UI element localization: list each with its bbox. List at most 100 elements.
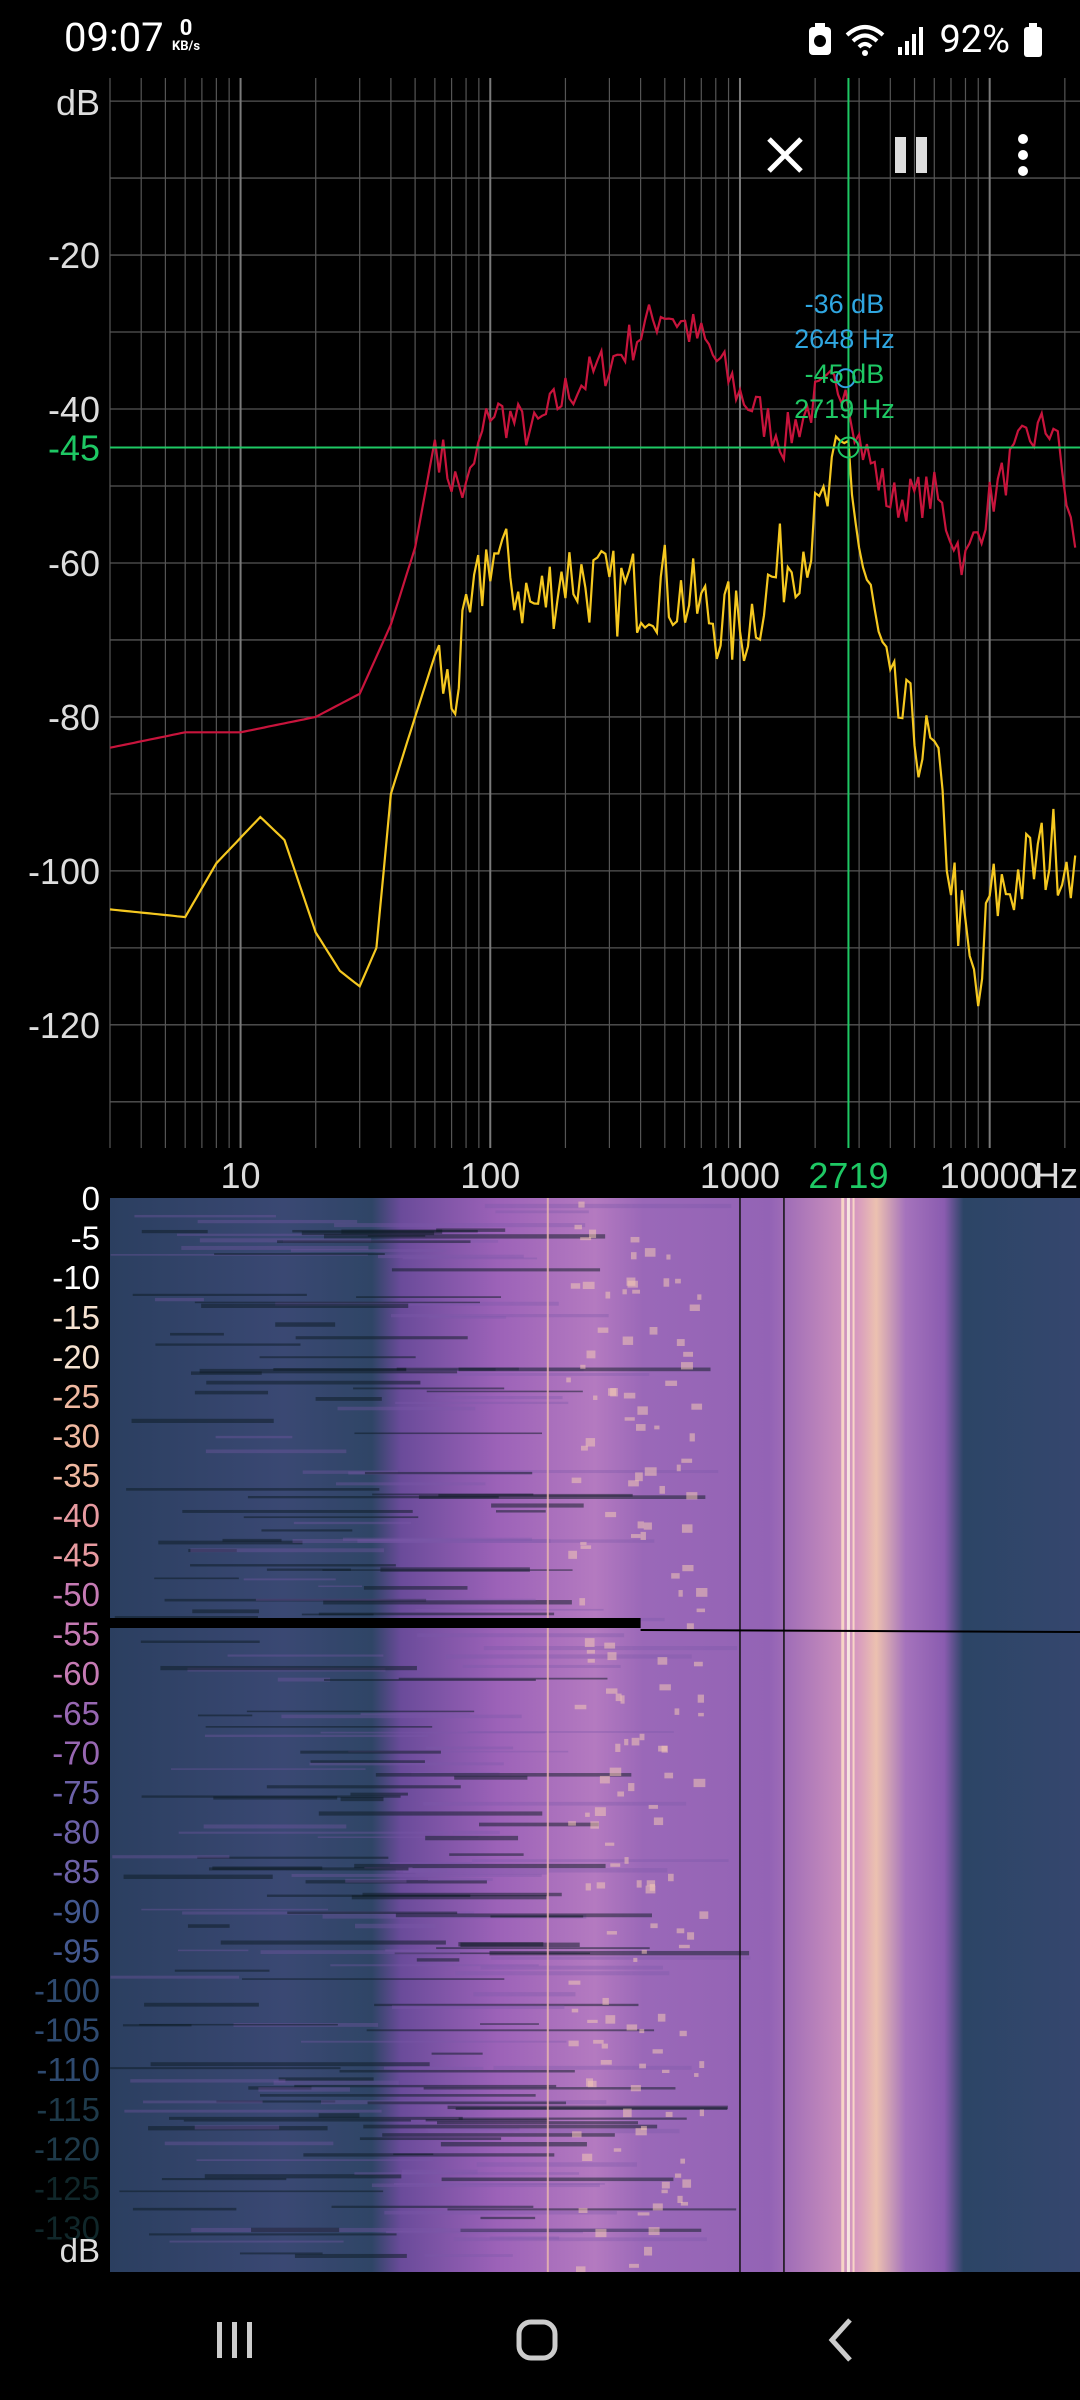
time-tick-label: -105 <box>34 2012 100 2049</box>
spectrogram-speckle <box>699 2109 704 2117</box>
spectrogram-speckle <box>696 1587 708 1597</box>
cursor-freq-label: 2719 <box>808 1155 888 1196</box>
time-tick-label: -60 <box>52 1655 100 1692</box>
spectrogram-speckle <box>571 2008 579 2013</box>
spectrogram-speckle <box>637 1406 648 1415</box>
spectrogram-speckle <box>574 1704 587 1710</box>
spectrogram-streak <box>294 2253 407 2258</box>
spectrogram-streak <box>331 2205 534 2208</box>
spectrogram-streak <box>160 1665 417 1671</box>
spectrogram-streak <box>194 1301 480 1304</box>
spectrogram-speckle <box>649 1326 658 1335</box>
spectrogram-streak <box>435 1396 563 1400</box>
recents-button[interactable] <box>195 2300 275 2380</box>
spectrogram-speckle <box>628 1480 639 1487</box>
spectrogram-streak <box>447 2208 737 2211</box>
spectrogram-streak <box>203 1824 347 1829</box>
spectrogram-speckle <box>666 1254 671 1260</box>
spectrogram-streak <box>212 1866 323 1870</box>
back-button[interactable] <box>800 2300 880 2380</box>
spectrogram-speckle <box>652 2203 663 2211</box>
spectrogram-streak <box>123 1874 273 1879</box>
spectrogram-streak <box>394 2183 605 2185</box>
spectrogram-speckle <box>678 1944 690 1949</box>
spectrogram-streak <box>246 1710 475 1713</box>
spectrogram-speckle <box>589 1229 597 1239</box>
spectrogram-speckle <box>587 1658 595 1663</box>
cursor-hz-readout: 2719 Hz <box>794 394 895 424</box>
spectrogram-streak <box>425 1835 519 1841</box>
pause-button[interactable] <box>876 120 946 190</box>
spectrogram-streak <box>201 1303 409 1308</box>
spectrogram-streak <box>426 1390 583 1393</box>
more-vert-icon <box>1018 134 1028 176</box>
y-unit-label: dB <box>56 82 100 123</box>
spectrogram-speckle <box>682 2179 692 2188</box>
peak-db-readout: -36 dB <box>805 289 885 319</box>
spectrogram-speckle <box>605 1511 617 1518</box>
net-speed-value: 0 <box>179 16 193 41</box>
spectrogram-speckle <box>594 1807 606 1816</box>
spectrogram-streak <box>204 2174 402 2179</box>
spectrogram-speckle <box>574 1224 582 1230</box>
spectrogram-streak <box>391 1268 601 1272</box>
spectrogram-speckle <box>654 1425 660 1430</box>
spectrogram-streak <box>278 2077 374 2081</box>
spectrogram-speckle <box>689 1433 695 1442</box>
spectrogram-speckle <box>596 1882 606 1889</box>
more-options-button[interactable] <box>988 120 1058 190</box>
spectrogram-streak <box>227 1654 384 1657</box>
spectrogram-streak <box>303 2153 555 2157</box>
spectrogram-streak <box>367 1234 426 1237</box>
spectrogram-speckle <box>648 1804 658 1809</box>
spectrogram-streak <box>178 1831 449 1834</box>
spectrogram-speckle <box>595 2228 607 2238</box>
spectrogram-speckle <box>631 1737 640 1746</box>
spectrogram-speckle <box>689 1304 700 1311</box>
time-tick-label: -75 <box>52 1774 100 1811</box>
spectrogram-streak <box>292 1538 551 1543</box>
spectrogram-sweep-bar <box>110 1618 641 1628</box>
spectrogram-speckle <box>600 2059 612 2065</box>
spectrogram-streak <box>428 1316 507 1319</box>
time-tick-label: -80 <box>52 1814 100 1851</box>
spectrogram-streak <box>491 1503 584 1508</box>
cursor-db-label: -45 <box>48 427 100 468</box>
close-button[interactable] <box>750 120 820 190</box>
spectrogram-speckle <box>659 1485 665 1494</box>
spectrogram-speckle <box>686 1492 698 1500</box>
spectrogram-speckle <box>586 1649 595 1654</box>
spectrogram-speckle <box>606 1931 617 1935</box>
spectrogram-speckle <box>644 1467 657 1476</box>
spectrogram-streak <box>293 1521 412 1525</box>
spectrogram-streak <box>124 2109 382 2113</box>
spectrogram-streak <box>192 1609 260 1614</box>
time-tick-label: -65 <box>52 1695 100 1732</box>
spectrogram-streak <box>277 1240 471 1244</box>
spectrogram-streak <box>140 1640 260 1643</box>
spectrogram-streak <box>403 1868 447 1873</box>
battery-percent: 92% <box>939 18 1010 62</box>
spectrogram-speckle <box>659 1684 671 1691</box>
spectrogram-streak <box>294 2084 557 2088</box>
time-tick-label: -120 <box>34 2130 100 2167</box>
spectrogram-streak <box>480 2023 539 2025</box>
spectrogram-speckle <box>643 1522 652 1530</box>
spectrogram-streak <box>495 1510 546 1513</box>
spectrogram-streak <box>154 1297 204 1302</box>
spectrogram-speckle <box>637 2212 650 2216</box>
spectrogram-streak <box>437 2121 639 2125</box>
spectrogram-streak <box>458 2117 687 2120</box>
status-time: 09:07 <box>64 14 164 61</box>
spectrogram-streak <box>273 2080 399 2085</box>
spectrogram-streak <box>415 1608 604 1611</box>
spectrogram-streak <box>130 2079 286 2083</box>
cursor-db-readout: -45 dB <box>805 359 885 389</box>
spectrogram-speckle <box>640 1531 646 1540</box>
spectrogram-speckle <box>580 1545 592 1549</box>
y-tick-label: -40 <box>48 389 100 430</box>
analyzer-plot[interactable]: -20-40-60-80-100-120dB-4510 100 1000 10000H… <box>0 78 1080 2272</box>
home-button[interactable] <box>497 2300 577 2380</box>
spectrogram-streak <box>437 1373 650 1376</box>
spectrogram-speckle <box>624 1417 635 1421</box>
